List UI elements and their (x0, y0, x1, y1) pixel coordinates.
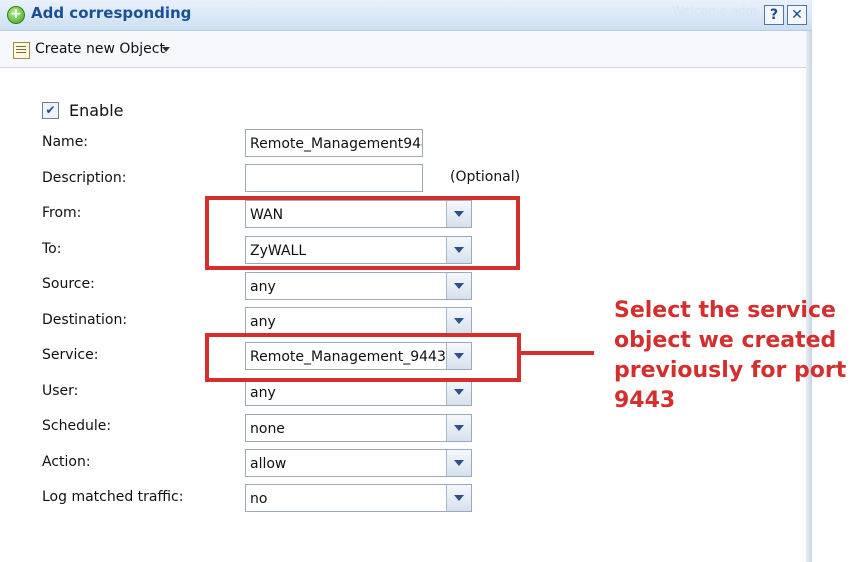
dialog-titlebar[interactable]: + Add corresponding Welcome adm ? ✕ (0, 0, 812, 31)
source-label: Source: (42, 276, 95, 292)
create-new-object-menu[interactable]: Create new Object (35, 41, 165, 57)
chevron-down-icon[interactable] (446, 415, 471, 441)
description-label: Description: (42, 170, 127, 186)
source-select[interactable]: any (245, 272, 472, 300)
add-corresponding-dialog: + Add corresponding Welcome adm ? ✕ Crea… (0, 0, 812, 562)
chevron-down-icon[interactable] (446, 273, 471, 299)
log-value: no (250, 491, 268, 507)
chevron-down-icon[interactable] (446, 379, 471, 405)
source-value: any (250, 279, 276, 295)
dialog-toolbar: Create new Object (0, 31, 806, 68)
from-to-highlight-box (205, 196, 520, 270)
action-label: Action: (42, 454, 91, 470)
to-label: To: (42, 241, 62, 257)
chevron-down-icon[interactable] (446, 450, 471, 476)
chevron-down-icon[interactable] (446, 308, 471, 334)
schedule-select[interactable]: none (245, 414, 472, 442)
annotation-connector-line (519, 351, 594, 355)
action-select[interactable]: allow (245, 449, 472, 477)
destination-label: Destination: (42, 312, 128, 328)
destination-value: any (250, 314, 276, 330)
chevron-down-icon[interactable] (162, 47, 170, 52)
close-button[interactable]: ✕ (787, 5, 807, 25)
annotation-callout: Select the service object we created pre… (614, 298, 847, 413)
add-plus-icon: + (7, 6, 25, 24)
log-matched-traffic-select[interactable]: no (245, 484, 472, 512)
optional-hint: (Optional) (450, 169, 521, 185)
help-button[interactable]: ? (764, 5, 784, 25)
schedule-value: none (250, 421, 285, 437)
schedule-label: Schedule: (42, 418, 112, 434)
dialog-title: Add corresponding (31, 4, 192, 22)
action-value: allow (250, 456, 287, 472)
enable-checkbox[interactable]: ✔ (42, 102, 59, 119)
name-input[interactable]: Remote_Management944 (245, 129, 423, 157)
enable-label: Enable (69, 101, 124, 120)
log-matched-traffic-label: Log matched traffic: (42, 489, 184, 505)
service-label: Service: (42, 347, 99, 363)
user-label: User: (42, 383, 79, 399)
from-label: From: (42, 205, 82, 221)
user-value: any (250, 385, 276, 401)
object-list-icon (13, 42, 30, 59)
destination-select[interactable]: any (245, 307, 472, 335)
chevron-down-icon[interactable] (446, 485, 471, 511)
welcome-text: Welcome adm (672, 4, 758, 18)
service-highlight-box (205, 333, 521, 382)
description-input[interactable] (245, 164, 423, 192)
name-label: Name: (42, 134, 89, 150)
user-select[interactable]: any (245, 378, 472, 406)
